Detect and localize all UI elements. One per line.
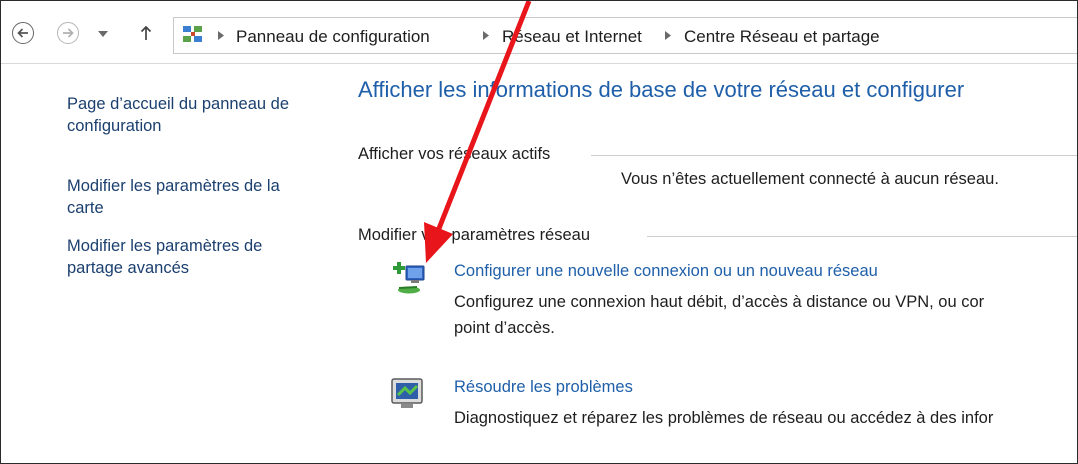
- back-button[interactable]: [12, 22, 34, 44]
- breadcrumb-network-internet[interactable]: Réseau et Internet: [502, 27, 642, 47]
- troubleshoot-icon: [391, 378, 423, 408]
- troubleshoot-problems-description: Diagnostiquez et réparez les problèmes d…: [454, 405, 1077, 431]
- active-networks-heading: Afficher vos réseaux actifs: [358, 145, 559, 164]
- section-divider: [591, 155, 1077, 156]
- breadcrumb-control-panel[interactable]: Panneau de configuration: [236, 27, 430, 47]
- forward-button[interactable]: [57, 22, 79, 44]
- page-title: Afficher les informations de base de vot…: [358, 77, 965, 102]
- recent-locations-dropdown-icon[interactable]: [98, 31, 108, 37]
- sidebar-link-line: Page d’accueil du panneau de: [67, 95, 290, 113]
- sidebar-link-line: partage avancés: [67, 259, 190, 277]
- control-panel-icon: [183, 26, 202, 42]
- sidebar-link-change-adapter-settings[interactable]: Modifier les paramètres de la carte: [67, 175, 327, 219]
- sidebar-link-advanced-sharing-settings[interactable]: Modifier les paramètres de partage avanc…: [67, 235, 327, 279]
- section-divider: [647, 236, 1077, 237]
- description-line: Diagnostiquez et réparez les problèmes d…: [454, 409, 994, 427]
- setup-new-connection-link[interactable]: Configurer une nouvelle connexion ou un …: [454, 262, 878, 281]
- setup-new-connection-description: Configurez une connexion haut débit, d’a…: [454, 289, 1077, 341]
- sidebar-link-line: carte: [67, 199, 104, 217]
- up-one-level-icon[interactable]: [140, 25, 152, 41]
- control-panel-window: Panneau de configuration Réseau et Inter…: [0, 0, 1078, 464]
- breadcrumb-network-sharing-center[interactable]: Centre Réseau et partage: [684, 27, 880, 47]
- description-line: point d’accès.: [454, 319, 555, 337]
- sidebar-link-line: Modifier les paramètres de la: [67, 177, 280, 195]
- forward-arrow-icon: [63, 28, 74, 38]
- location-bar[interactable]: Panneau de configuration Réseau et Inter…: [173, 17, 1077, 54]
- sidebar-link-line: configuration: [67, 117, 162, 135]
- change-settings-heading: Modifier vos paramètres réseau: [358, 226, 599, 245]
- address-bar: Panneau de configuration Réseau et Inter…: [1, 1, 1077, 64]
- breadcrumb-separator-icon[interactable]: [218, 31, 224, 40]
- connection-status-text: Vous n’êtes actuellement connecté à aucu…: [621, 170, 999, 188]
- sidebar-link-line: Modifier les paramètres de: [67, 237, 263, 255]
- back-arrow-icon: [17, 28, 28, 38]
- breadcrumb-separator-icon[interactable]: [483, 31, 489, 40]
- new-connection-icon: [393, 262, 425, 294]
- troubleshoot-problems-link[interactable]: Résoudre les problèmes: [454, 378, 633, 397]
- breadcrumb-separator-icon[interactable]: [665, 31, 671, 40]
- sidebar-link-control-panel-home[interactable]: Page d’accueil du panneau de configurati…: [67, 93, 327, 137]
- description-line: Configurez une connexion haut débit, d’a…: [454, 293, 985, 311]
